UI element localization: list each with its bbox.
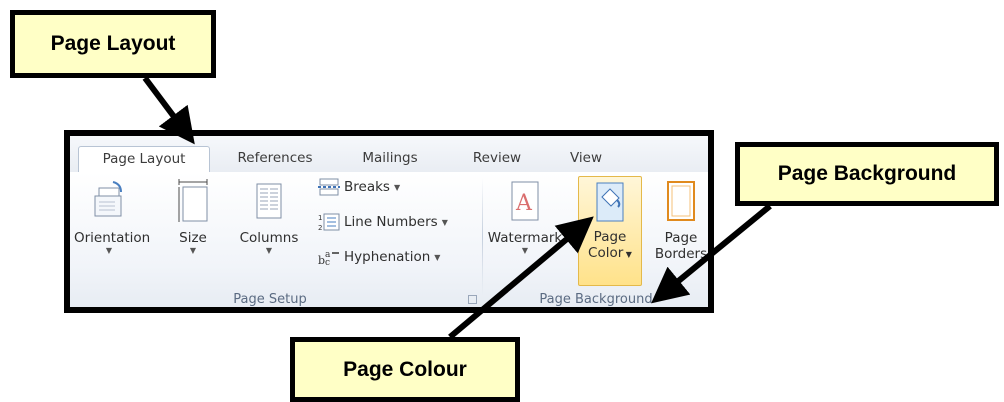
annotation-arrows — [142, 76, 772, 340]
page-background-arrow — [651, 203, 772, 304]
page-layout-arrow — [142, 76, 195, 145]
page-colour-arrow — [448, 216, 594, 340]
